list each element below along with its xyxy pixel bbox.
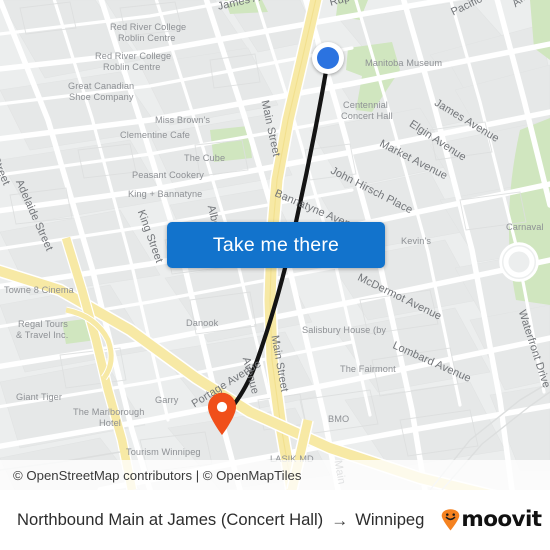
destination-city-name: Winnipeg [355, 510, 425, 529]
moovit-wordmark: moovit [461, 507, 542, 533]
origin-stop-name: Northbound Main at James (Concert Hall) [17, 510, 324, 529]
origin-dot-marker[interactable] [312, 42, 344, 74]
footer-bar: Northbound Main at James (Concert Hall) … [0, 490, 550, 550]
attribution-text[interactable]: © OpenStreetMap contributors | © OpenMap… [13, 468, 301, 483]
destination-pin-marker[interactable] [206, 392, 238, 436]
arrow-right-icon: → [331, 510, 349, 530]
map-canvas[interactable]: Red River College Roblin Centre Red River … [0, 0, 550, 490]
moovit-logo[interactable]: moovit [441, 507, 542, 533]
map-pin-icon [208, 392, 236, 435]
map-attribution-bar: © OpenStreetMap contributors | © OpenMap… [0, 460, 550, 490]
moovit-stop-page: Red River College Roblin Centre Red River … [0, 0, 550, 550]
moovit-pin-icon [442, 509, 460, 531]
take-me-there-button[interactable]: Take me there [167, 222, 385, 268]
origin-dot-core [317, 47, 339, 69]
